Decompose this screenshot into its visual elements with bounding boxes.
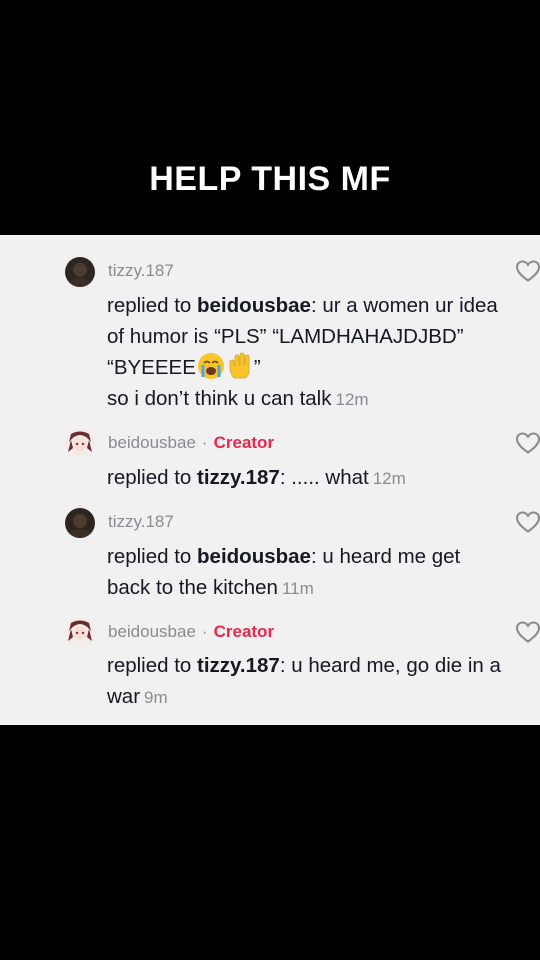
reply-target-username[interactable]: beidousbae [197, 545, 311, 568]
comment-text: replied to tizzy.187: ..... what 12m [107, 466, 406, 489]
comment-meta: beidousbae · Creator [108, 433, 275, 452]
comment-timestamp: 12m [372, 469, 406, 488]
comment-text: replied to beidousbae: u heard me get ba… [107, 545, 461, 599]
heart-outline-icon[interactable] [515, 431, 540, 455]
username[interactable]: beidousbae [108, 622, 196, 641]
comment-timestamp: 11m [281, 579, 314, 598]
comment-meta: tizzy.187 [108, 512, 174, 532]
username[interactable]: tizzy.187 [108, 261, 174, 280]
comment-text: replied to beidousbae: ur a women ur ide… [107, 294, 498, 410]
comment-timestamp: 9m [144, 688, 168, 707]
reply-target-username[interactable]: tizzy.187 [197, 466, 280, 489]
avatar[interactable] [65, 257, 95, 287]
crying-face-icon [197, 353, 224, 379]
comment-text: replied to tizzy.187: u heard me, go die… [107, 654, 501, 708]
comment-meta: beidousbae · Creator [108, 622, 275, 641]
comment-meta: tizzy.187 [108, 261, 174, 281]
video-caption: HELP THIS MF [149, 160, 391, 198]
raised-hand-icon [229, 352, 250, 379]
reply-target-username[interactable]: tizzy.187 [197, 654, 280, 677]
username[interactable]: tizzy.187 [108, 512, 174, 531]
comments-panel: tizzy.187 replied to beidousbae: ur a wo… [0, 235, 540, 725]
username[interactable]: beidousbae [108, 433, 196, 452]
creator-badge: Creator [213, 622, 275, 641]
avatar[interactable] [65, 508, 95, 538]
heart-outline-icon[interactable] [515, 510, 540, 534]
creator-badge: Creator [213, 433, 275, 452]
avatar[interactable] [65, 617, 95, 647]
reply-target-username[interactable]: beidousbae [197, 294, 311, 317]
comment-timestamp: 12m [335, 390, 369, 409]
heart-outline-icon[interactable] [515, 259, 540, 283]
avatar[interactable] [65, 428, 95, 458]
heart-outline-icon[interactable] [515, 620, 540, 644]
